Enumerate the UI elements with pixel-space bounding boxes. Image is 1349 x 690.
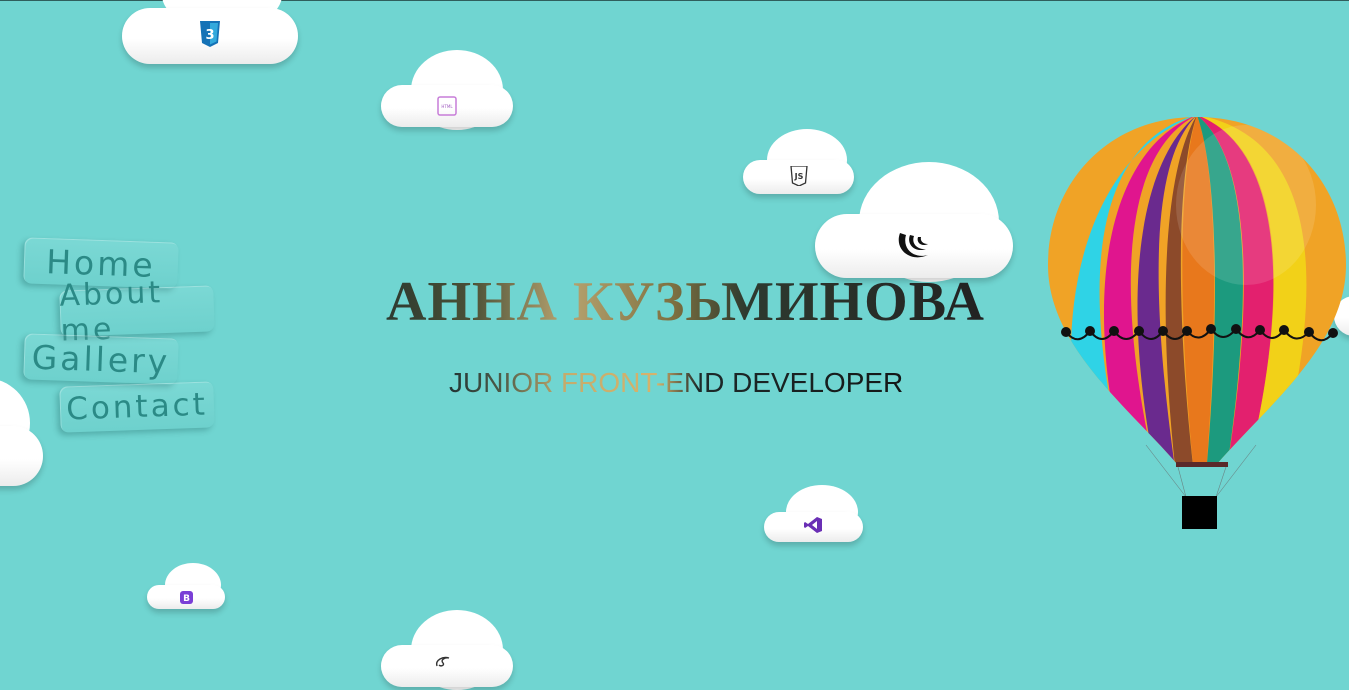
nav-about-me[interactable]: About me (59, 275, 215, 349)
svg-text:HTML: HTML (441, 104, 453, 109)
cloud-jquery (815, 162, 1013, 282)
svg-text:B: B (183, 594, 190, 604)
cloud-bootstrap: B (147, 563, 225, 609)
cloud-visual-studio (764, 485, 863, 542)
svg-text:JS: JS (794, 172, 804, 181)
cloud-sass (381, 610, 513, 690)
hot-air-balloon (1046, 115, 1349, 535)
cloud-html: HTML (381, 50, 513, 130)
visual-studio-icon (804, 517, 822, 533)
jquery-icon (895, 228, 935, 264)
nav-gallery[interactable]: Gallery (23, 333, 179, 385)
nav-gallery-label: Gallery (31, 337, 171, 381)
cloud-css3: 3 (122, 0, 298, 64)
bootstrap-icon: B (179, 590, 193, 604)
nav-contact-label: Contact (65, 386, 209, 428)
sass-icon (433, 654, 457, 668)
hero-subtitle: JUNIOR FRONT-END DEVELOPER (449, 367, 969, 399)
js-icon: JS (789, 165, 809, 187)
cloud-left-edge (0, 378, 43, 486)
nav-contact[interactable]: Contact (59, 381, 215, 433)
css3-label: 3 (205, 28, 214, 43)
html5-icon: HTML (437, 96, 457, 116)
hero-name: АННА КУЗЬМИНОВА (386, 271, 985, 333)
css3-icon: 3 (197, 20, 223, 48)
